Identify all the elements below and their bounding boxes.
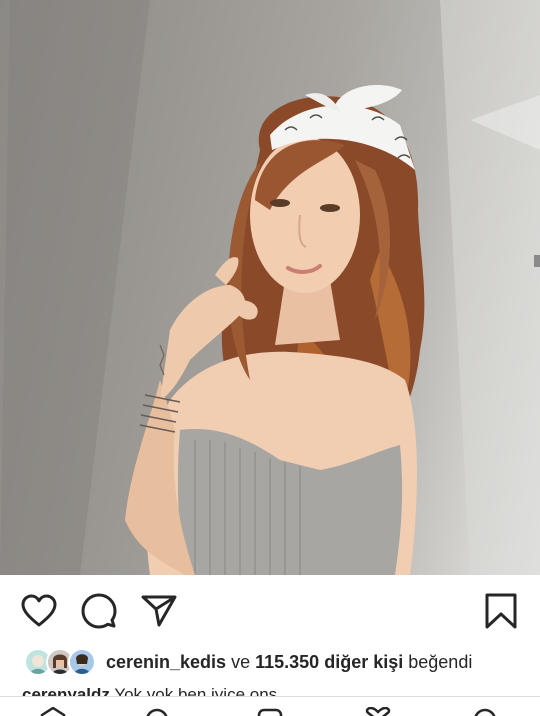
likes-suffix: beğendi — [408, 651, 473, 672]
comment-bubble-icon — [81, 593, 117, 629]
search-icon[interactable] — [145, 707, 171, 716]
post-action-bar — [0, 575, 540, 643]
home-icon[interactable] — [40, 707, 66, 716]
likes-text: cerenin_kedis ve 115.350 diğer kişi beğe… — [106, 652, 472, 673]
profile-avatar-icon[interactable] — [472, 707, 498, 716]
save-button[interactable] — [482, 592, 520, 630]
likes-count[interactable]: 115.350 — [255, 652, 319, 672]
avatar-image — [70, 650, 94, 674]
likes-others-label[interactable]: diğer kişi — [324, 652, 403, 672]
liker-avatars[interactable] — [24, 648, 100, 676]
liker-username-link[interactable]: cerenin_kedis — [106, 652, 226, 672]
activity-heart-icon[interactable] — [365, 707, 391, 716]
bottom-nav-bar — [0, 696, 540, 716]
bookmark-outline-icon — [485, 593, 517, 629]
like-button[interactable] — [20, 592, 58, 630]
likes-summary: cerenin_kedis ve 115.350 diğer kişi beğe… — [0, 645, 540, 679]
likes-connector: ve — [231, 651, 251, 672]
share-button[interactable] — [140, 592, 178, 630]
new-post-icon[interactable] — [257, 707, 283, 716]
heart-outline-icon — [21, 594, 57, 627]
avatar — [68, 648, 96, 676]
paper-plane-icon — [141, 595, 177, 627]
comment-button[interactable] — [80, 592, 118, 630]
post-photo-illustration — [0, 0, 540, 575]
post-photo[interactable] — [0, 0, 540, 575]
